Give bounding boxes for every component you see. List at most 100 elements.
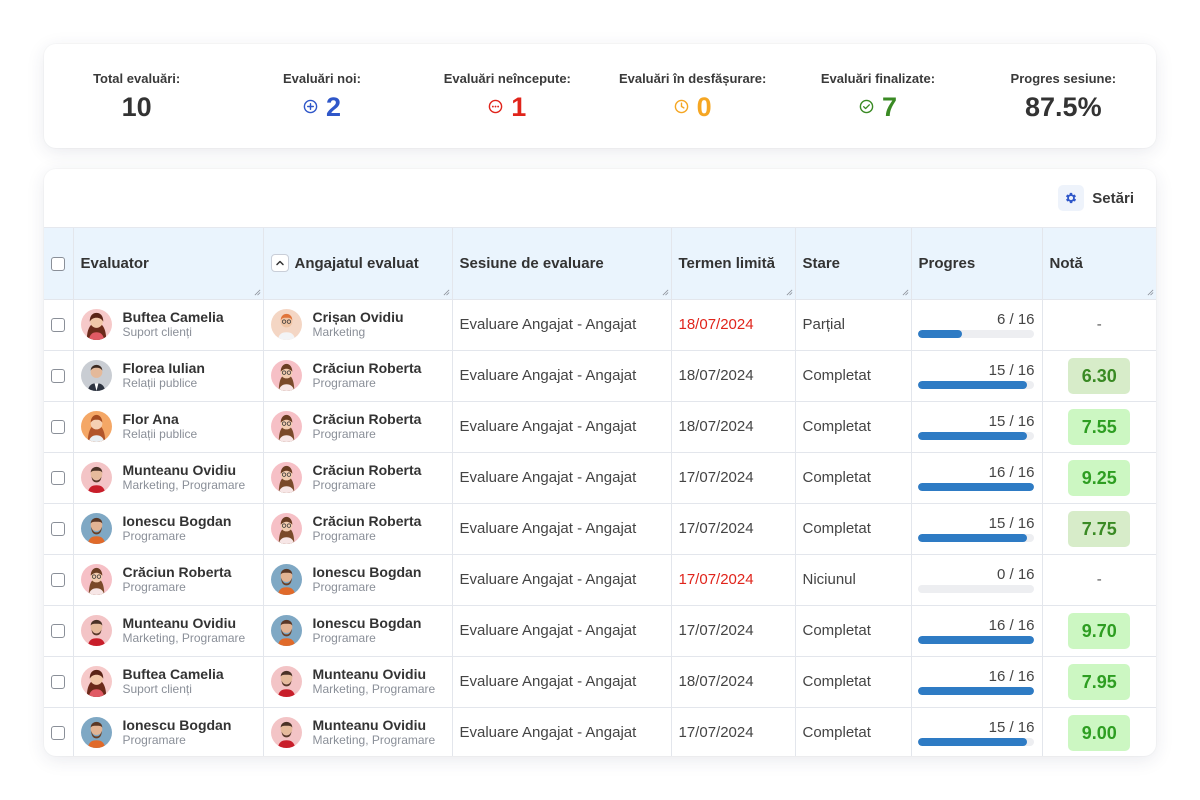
- evaluated-department: Marketing: [312, 325, 366, 339]
- row-checkbox[interactable]: [51, 675, 66, 690]
- progress-cell: 0 / 16: [911, 554, 1043, 605]
- stat-value: 87.5%: [1025, 91, 1102, 122]
- select-all-checkbox[interactable]: [51, 256, 66, 271]
- row-checkbox[interactable]: [51, 573, 66, 588]
- progress-bar-fill: [917, 329, 962, 338]
- settings-button[interactable]: Setări: [1058, 185, 1134, 211]
- resize-handle-icon[interactable]: [1147, 289, 1154, 296]
- avatar: [270, 666, 302, 697]
- deadline-cell: 17/07/2024: [671, 452, 796, 503]
- table-row[interactable]: Buftea Camelia Suport clienți Munteanu O…: [44, 656, 1156, 707]
- evaluator-department: Relații publice: [122, 376, 198, 390]
- table-row[interactable]: Buftea Camelia Suport clienți Crișan Ovi…: [44, 299, 1156, 350]
- evaluated-department: Marketing, Programare: [312, 733, 436, 748]
- row-checkbox[interactable]: [51, 318, 66, 333]
- progress-cell: 6 / 16: [911, 299, 1043, 350]
- grade-badge: 7.55: [1068, 408, 1131, 445]
- table-row[interactable]: Flor Ana Relații publice Crăciun Roberta…: [44, 401, 1156, 452]
- stat-value: 10: [121, 91, 152, 122]
- evaluator-name: Ionescu Bogdan: [122, 513, 232, 529]
- table-row[interactable]: Florea Iulian Relații publice Crăciun Ro…: [44, 350, 1156, 401]
- evaluator-name: Crăciun Roberta: [122, 564, 232, 580]
- evaluated-employee-cell: Crăciun Roberta Programare: [263, 503, 453, 554]
- resize-handle-icon[interactable]: [902, 289, 909, 296]
- evaluator-cell: Munteanu Ovidiu Marketing, Programare: [73, 452, 264, 503]
- column-header-label: Stare: [802, 254, 841, 272]
- column-header-session[interactable]: Sesiune de evaluare: [452, 228, 672, 299]
- stats-summary-card: Total evaluări: 10 Evaluări noi: 2 Evalu…: [44, 44, 1156, 148]
- progress-bar: [917, 533, 1034, 542]
- progress-bar: [917, 584, 1034, 593]
- resize-handle-icon[interactable]: [662, 289, 669, 296]
- resize-handle-icon[interactable]: [254, 289, 261, 296]
- row-checkbox[interactable]: [51, 624, 66, 639]
- column-header-progress[interactable]: Progres: [911, 228, 1043, 299]
- progress-bar-fill: [917, 737, 1027, 746]
- evaluator-department: Relații publice: [122, 427, 198, 441]
- grade-cell: 9.25: [1042, 452, 1156, 503]
- row-checkbox[interactable]: [51, 420, 66, 435]
- column-header-label: Termen limită: [678, 254, 775, 272]
- select-all-cell: [44, 228, 74, 299]
- progress-cell: 15 / 16: [911, 503, 1043, 554]
- avatar: [270, 564, 302, 595]
- table-row[interactable]: Munteanu Ovidiu Marketing, Programare Io…: [44, 605, 1156, 656]
- evaluator-cell: Crăciun Roberta Programare: [73, 554, 264, 605]
- table-row[interactable]: Ionescu Bogdan Programare Crăciun Robert…: [44, 503, 1156, 554]
- evaluator-cell: Ionescu Bogdan Programare: [73, 503, 264, 554]
- deadline-cell: 17/07/2024: [671, 503, 796, 554]
- evaluator-department: Marketing, Programare: [122, 478, 246, 492]
- stat-value: 7: [881, 91, 897, 122]
- resize-handle-icon[interactable]: [443, 289, 450, 296]
- evaluated-employee-cell: Crăciun Roberta Programare: [263, 350, 453, 401]
- evaluated-employee-cell: Ionescu Bogdan Programare: [263, 554, 453, 605]
- column-header-deadline[interactable]: Termen limită: [671, 228, 796, 299]
- evaluated-employee-cell: Ionescu Bogdan Programare: [263, 605, 453, 656]
- progress-text: 6 / 16: [996, 310, 1035, 328]
- column-header-status[interactable]: Stare: [795, 228, 912, 299]
- deadline-cell: 17/07/2024: [671, 554, 796, 605]
- row-select-cell: [44, 401, 74, 452]
- evaluator-name: Flor Ana: [122, 411, 179, 427]
- progress-cell: 15 / 16: [911, 350, 1043, 401]
- session-cell: Evaluare Angajat - Angajat: [452, 299, 672, 350]
- stat-label: Total evaluări:: [93, 70, 181, 86]
- status-cell: Niciunul: [795, 554, 912, 605]
- column-header-evaluated-employee[interactable]: Angajatul evaluat: [263, 228, 453, 299]
- deadline-cell: 17/07/2024: [671, 707, 796, 756]
- table-header-row: Evaluator Angajatul evaluat Sesiune de e…: [44, 228, 1156, 299]
- grade-empty: -: [1096, 571, 1102, 588]
- resize-handle-icon[interactable]: [786, 289, 793, 296]
- deadline-cell: 18/07/2024: [671, 299, 796, 350]
- gear-icon: [1058, 185, 1085, 211]
- table-row[interactable]: Crăciun Roberta Programare Ionescu Bogda…: [44, 554, 1156, 605]
- row-checkbox[interactable]: [51, 471, 66, 486]
- row-checkbox[interactable]: [51, 522, 66, 537]
- grade-badge: 9.25: [1068, 459, 1131, 496]
- progress-cell: 16 / 16: [911, 452, 1043, 503]
- row-select-cell: [44, 452, 74, 503]
- table-row[interactable]: Ionescu Bogdan Programare Munteanu Ovidi…: [44, 707, 1156, 756]
- stat-value: 2: [325, 91, 341, 122]
- progress-text: 16 / 16: [988, 463, 1035, 481]
- progress-bar-fill: [917, 635, 1034, 644]
- evaluator-department: Suport clienți: [122, 682, 192, 696]
- table-row[interactable]: Munteanu Ovidiu Marketing, Programare Cr…: [44, 452, 1156, 503]
- evaluator-department: Suport clienți: [122, 325, 192, 339]
- plus-circle-icon: [303, 99, 318, 114]
- avatar: [270, 717, 302, 749]
- stat-label: Evaluări neîncepute:: [443, 70, 571, 86]
- avatar: [80, 666, 112, 697]
- row-checkbox[interactable]: [51, 726, 66, 741]
- sort-ascending-icon[interactable]: [270, 253, 289, 272]
- grade-cell: 7.75: [1042, 503, 1156, 554]
- column-header-grade[interactable]: Notă: [1042, 228, 1156, 299]
- row-checkbox[interactable]: [51, 369, 66, 384]
- column-header-evaluator[interactable]: Evaluator: [73, 228, 264, 299]
- progress-bar: [917, 635, 1034, 644]
- evaluated-name: Ionescu Bogdan: [312, 615, 422, 631]
- session-cell: Evaluare Angajat - Angajat: [452, 656, 672, 707]
- status-cell: Completat: [795, 401, 912, 452]
- stat-new: Evaluări noi: 2: [229, 71, 414, 122]
- status-cell: Completat: [795, 503, 912, 554]
